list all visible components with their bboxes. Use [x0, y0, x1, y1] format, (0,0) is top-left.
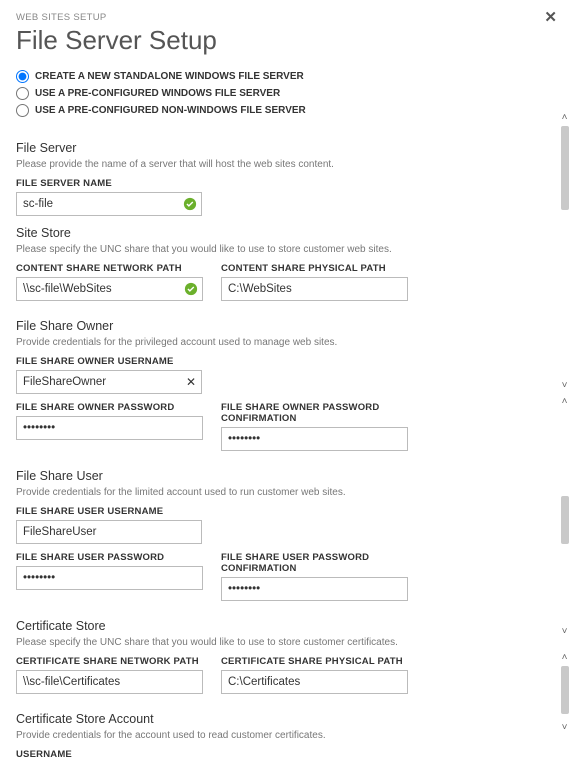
- section-owner-desc: Provide credentials for the privileged a…: [16, 337, 408, 348]
- content-phys-path-label: CONTENT SHARE PHYSICAL PATH: [221, 263, 408, 274]
- chevron-up-icon[interactable]: ˄: [559, 112, 570, 123]
- owner-pw-input[interactable]: [16, 416, 203, 440]
- section-file-server-title: File Server: [16, 141, 408, 155]
- user-pw-label: FILE SHARE USER PASSWORD: [16, 552, 203, 563]
- content-net-path-label: CONTENT SHARE NETWORK PATH: [16, 263, 203, 274]
- scrollbar-thumb[interactable]: [561, 126, 569, 210]
- radio-preconfig-win[interactable]: USE A PRE-CONFIGURED WINDOWS FILE SERVER: [16, 87, 555, 100]
- cert-net-path-label: CERTIFICATE SHARE NETWORK PATH: [16, 656, 203, 667]
- user-username-input[interactable]: [16, 520, 202, 544]
- section-user-title: File Share User: [16, 469, 408, 483]
- section-cert-acct-desc: Provide credentials for the account used…: [16, 730, 408, 741]
- cert-net-path-input[interactable]: [16, 670, 203, 694]
- section-cert-store-title: Certificate Store: [16, 619, 408, 633]
- cert-phys-path-input[interactable]: [221, 670, 408, 694]
- user-pwconf-input[interactable]: [221, 577, 408, 601]
- close-icon[interactable]: ✕: [544, 8, 557, 26]
- radio-preconfig-nonwin-input[interactable]: [16, 104, 29, 117]
- setup-panel: ✕ WEB SITES SETUP File Server Setup CREA…: [0, 0, 571, 743]
- chevron-up-icon[interactable]: ˄: [559, 652, 570, 663]
- form-body: File Server Please provide the name of a…: [16, 141, 408, 763]
- cert-username-label: USERNAME: [16, 749, 408, 760]
- owner-pwconf-label: FILE SHARE OWNER PASSWORD CONFIRMATION: [221, 402, 408, 424]
- clear-input-icon[interactable]: ✕: [186, 375, 196, 389]
- section-cert-acct-title: Certificate Store Account: [16, 712, 408, 726]
- section-site-store-title: Site Store: [16, 226, 408, 240]
- radio-preconfig-win-label: USE A PRE-CONFIGURED WINDOWS FILE SERVER: [35, 88, 280, 99]
- section-file-server-desc: Please provide the name of a server that…: [16, 159, 408, 170]
- chevron-down-icon[interactable]: ˅: [559, 626, 570, 637]
- content-phys-path-input[interactable]: [221, 277, 408, 301]
- user-username-label: FILE SHARE USER USERNAME: [16, 506, 408, 517]
- owner-pwconf-input[interactable]: [221, 427, 408, 451]
- section-owner-title: File Share Owner: [16, 319, 408, 333]
- server-type-radio-group: CREATE A NEW STANDALONE WINDOWS FILE SER…: [16, 70, 555, 117]
- file-server-name-input[interactable]: [16, 192, 202, 216]
- radio-preconfig-nonwin-label: USE A PRE-CONFIGURED NON-WINDOWS FILE SE…: [35, 105, 306, 116]
- cert-phys-path-label: CERTIFICATE SHARE PHYSICAL PATH: [221, 656, 408, 667]
- scrollbar-thumb[interactable]: [561, 666, 569, 714]
- radio-create-new[interactable]: CREATE A NEW STANDALONE WINDOWS FILE SER…: [16, 70, 555, 83]
- owner-pw-label: FILE SHARE OWNER PASSWORD: [16, 402, 203, 413]
- page-title: File Server Setup: [16, 25, 555, 56]
- section-cert-store-desc: Please specify the UNC share that you wo…: [16, 637, 408, 648]
- user-pwconf-label: FILE SHARE USER PASSWORD CONFIRMATION: [221, 552, 408, 574]
- radio-create-new-input[interactable]: [16, 70, 29, 83]
- chevron-down-icon[interactable]: ˅: [559, 380, 570, 391]
- content-net-path-input[interactable]: [16, 277, 203, 301]
- section-site-store-desc: Please specify the UNC share that you wo…: [16, 244, 408, 255]
- form-scroll-area[interactable]: File Server Please provide the name of a…: [16, 131, 555, 763]
- owner-username-label: FILE SHARE OWNER USERNAME: [16, 356, 408, 367]
- owner-username-input[interactable]: [16, 370, 202, 394]
- radio-create-new-label: CREATE A NEW STANDALONE WINDOWS FILE SER…: [35, 71, 304, 82]
- radio-preconfig-nonwin[interactable]: USE A PRE-CONFIGURED NON-WINDOWS FILE SE…: [16, 104, 555, 117]
- chevron-up-icon[interactable]: ˄: [559, 396, 570, 407]
- breadcrumb: WEB SITES SETUP: [16, 12, 555, 23]
- scrollbar-thumb[interactable]: [561, 496, 569, 544]
- section-user-desc: Provide credentials for the limited acco…: [16, 487, 408, 498]
- radio-preconfig-win-input[interactable]: [16, 87, 29, 100]
- chevron-down-icon[interactable]: ˅: [559, 722, 570, 733]
- file-server-name-label: FILE SERVER NAME: [16, 178, 408, 189]
- user-pw-input[interactable]: [16, 566, 203, 590]
